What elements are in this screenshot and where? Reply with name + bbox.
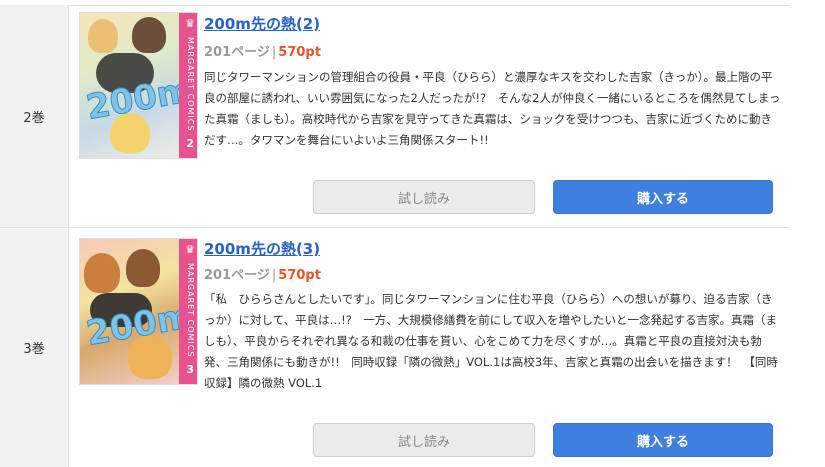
volume-number-cell: 3巻 bbox=[0, 228, 69, 467]
crown-icon: ♛ bbox=[185, 17, 195, 30]
cover-volume-number: 2 bbox=[186, 137, 194, 150]
crown-icon: ♛ bbox=[185, 243, 195, 256]
book-title-link[interactable]: 200m先の熱(3) bbox=[204, 238, 320, 259]
trial-read-button[interactable]: 試し読み bbox=[313, 423, 535, 457]
volume-number-cell: 2巻 bbox=[0, 5, 69, 227]
cover-figure bbox=[88, 19, 118, 53]
volume-row: 2巻 200m ♛ MARGARET COMICS 2 200m先の熱(2) 2… bbox=[0, 5, 790, 228]
page-count: 201ページ bbox=[204, 45, 270, 60]
meta-separator: | bbox=[271, 268, 277, 283]
cover-volume-number: 3 bbox=[186, 363, 194, 376]
buy-button[interactable]: 購入する bbox=[553, 180, 773, 214]
cover-figure bbox=[84, 253, 120, 293]
price: 570pt bbox=[278, 45, 321, 60]
cover-figure bbox=[126, 249, 160, 287]
book-description: 「私 ひららさんとしたいです」。同じタワーマンションに住む平良（ひらら）への想い… bbox=[204, 292, 778, 390]
trial-read-button[interactable]: 試し読み bbox=[313, 180, 535, 214]
meta-separator: | bbox=[271, 45, 277, 60]
volume-number: 3巻 bbox=[23, 342, 45, 357]
price: 570pt bbox=[278, 268, 321, 283]
book-meta: 201ページ | 570pt bbox=[204, 264, 321, 283]
cover-spine-label: MARGARET COMICS bbox=[186, 263, 195, 358]
page-count: 201ページ bbox=[204, 268, 270, 283]
book-description: 同じタワーマンションの管理組合の役員・平良（ひらら）と濃厚なキスを交わした吉家（… bbox=[204, 70, 781, 147]
cover-spine-label: MARGARET COMICS bbox=[186, 37, 195, 132]
book-title-link[interactable]: 200m先の熱(2) bbox=[204, 13, 320, 34]
volume-number: 2巻 bbox=[23, 110, 45, 126]
cover-figure bbox=[132, 17, 166, 53]
book-cover[interactable]: 200m ♛ MARGARET COMICS 3 bbox=[79, 238, 198, 385]
volume-row: 3巻 200m ♛ MARGARET COMICS 3 200m先の熱(3) 2… bbox=[0, 228, 790, 467]
buy-button[interactable]: 購入する bbox=[553, 423, 773, 457]
book-meta: 201ページ | 570pt bbox=[204, 41, 321, 60]
book-cover[interactable]: 200m ♛ MARGARET COMICS 2 bbox=[79, 12, 198, 159]
